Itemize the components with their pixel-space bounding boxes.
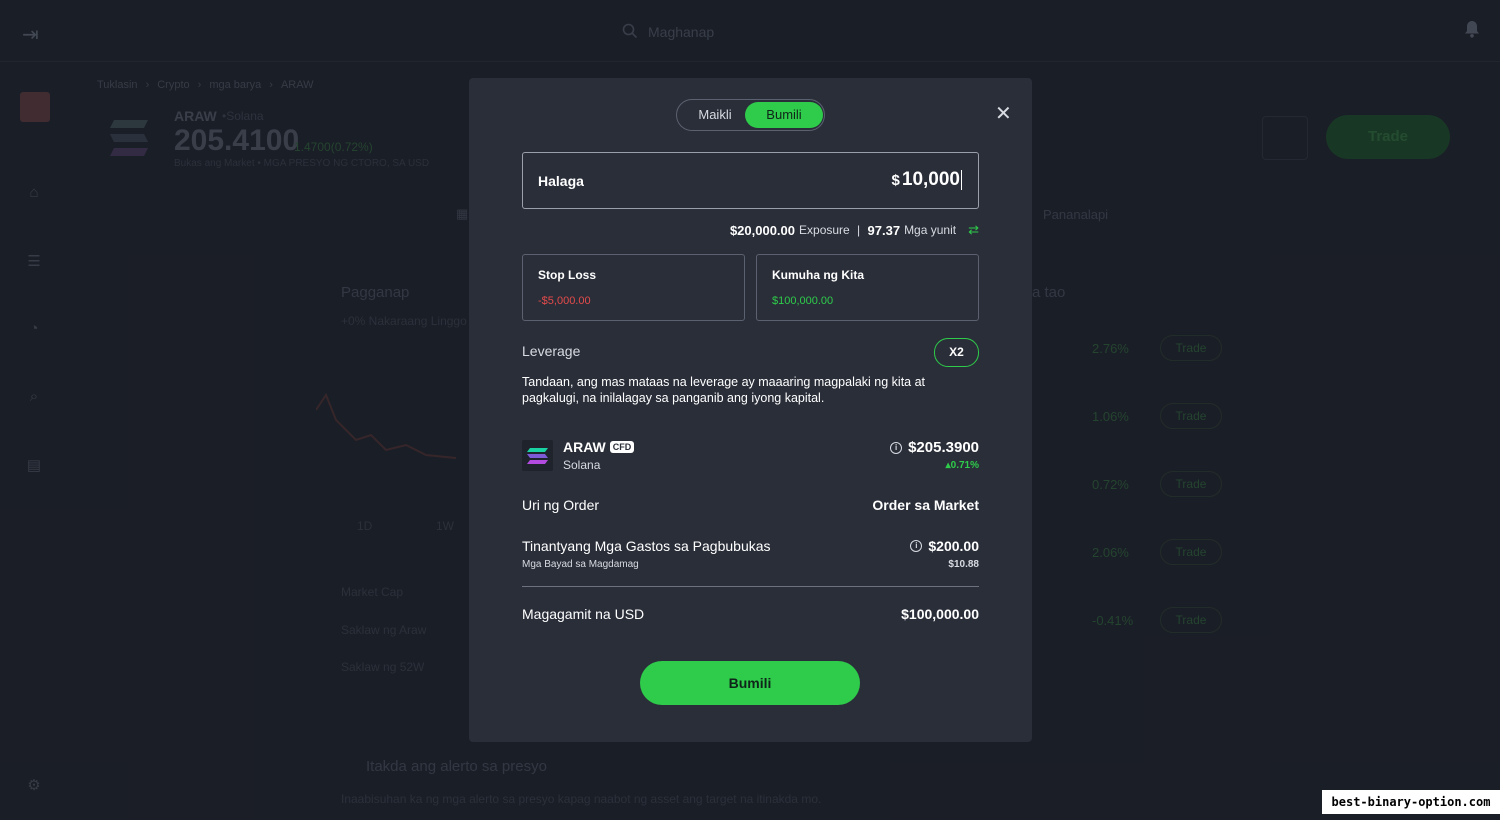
instrument-price: $205.3900 bbox=[908, 439, 979, 456]
units-label: Mga yunit bbox=[904, 223, 957, 237]
amount-label: Halaga bbox=[538, 173, 584, 189]
leverage-warning: Tandaan, ang mas mataas na leverage ay m… bbox=[522, 375, 926, 405]
buy-submit-button[interactable]: Bumili bbox=[640, 661, 860, 705]
take-profit-value: $100,000.00 bbox=[772, 295, 834, 307]
units-value: 97.37 bbox=[867, 222, 901, 238]
amount-input[interactable]: $10,000 bbox=[892, 169, 962, 191]
stop-loss-box[interactable]: Stop Loss -$5,000.00 bbox=[522, 254, 745, 321]
instrument-name: ARAW CFD bbox=[563, 439, 635, 455]
take-profit-box[interactable]: Kumuha ng Kita $100,000.00 bbox=[756, 254, 979, 321]
instrument-price-row: i $205.3900 bbox=[890, 439, 979, 456]
tab-short[interactable]: Maikli bbox=[677, 100, 753, 130]
opening-cost-value: $200.00 bbox=[928, 538, 979, 554]
opening-cost-row: i $200.00 bbox=[910, 538, 979, 554]
stop-loss-value: -$5,000.00 bbox=[538, 295, 591, 307]
amount-field[interactable]: Halaga $10,000 bbox=[522, 152, 979, 209]
text-caret bbox=[961, 169, 962, 190]
app: ⇥ Maghanap ⌂ ☰ ◔ ⌕ ▤ ⚙ Tuklasin › Crypto ›… bbox=[0, 0, 1500, 820]
watermark: best-binary-option.com bbox=[1322, 790, 1500, 814]
exposure-label: Exposure bbox=[799, 223, 850, 237]
tab-buy[interactable]: Bumili bbox=[745, 102, 823, 128]
amount-value: 10,000 bbox=[901, 169, 960, 190]
opening-cost-label: Tinantyang Mga Gastos sa Pagbubukas bbox=[522, 538, 771, 554]
available-usd-value: $100,000.00 bbox=[901, 606, 979, 622]
exposure-value: $20,000.00 bbox=[729, 222, 796, 238]
divider bbox=[522, 586, 979, 587]
exposure-info: $20,000.00 Exposure | 97.37 Mga yunit ⇄ bbox=[729, 222, 979, 238]
instrument-change: ▴0.71% bbox=[946, 460, 979, 471]
amount-currency: $ bbox=[891, 172, 900, 189]
info-icon[interactable]: i bbox=[910, 540, 923, 552]
close-icon[interactable]: ✕ bbox=[995, 104, 1012, 124]
leverage-label: Leverage bbox=[522, 343, 581, 359]
overnight-fee-value: $10.88 bbox=[948, 559, 979, 570]
instrument-fullname: Solana bbox=[563, 458, 601, 472]
info-icon[interactable]: i bbox=[890, 441, 903, 454]
cfd-badge: CFD bbox=[609, 441, 635, 453]
direction-toggle: Maikli Bumili bbox=[676, 99, 825, 131]
available-usd-label: Magagamit na USD bbox=[522, 606, 645, 622]
overnight-fee-label: Mga Bayad sa Magdamag bbox=[522, 559, 639, 570]
swap-units-icon[interactable]: ⇄ bbox=[968, 222, 979, 238]
instrument-change-value: 0.71% bbox=[950, 460, 979, 471]
order-type-value: Order sa Market bbox=[872, 497, 979, 513]
trade-order-modal: Maikli Bumili ✕ Halaga $10,000 $20,000.0… bbox=[469, 78, 1032, 742]
stop-loss-label: Stop Loss bbox=[538, 268, 597, 282]
instrument-symbol: ARAW bbox=[563, 439, 606, 455]
order-type-label: Uri ng Order bbox=[522, 497, 600, 513]
solana-logo-icon bbox=[522, 440, 553, 471]
take-profit-label: Kumuha ng Kita bbox=[772, 268, 864, 282]
leverage-selector[interactable]: X2 bbox=[934, 338, 979, 367]
